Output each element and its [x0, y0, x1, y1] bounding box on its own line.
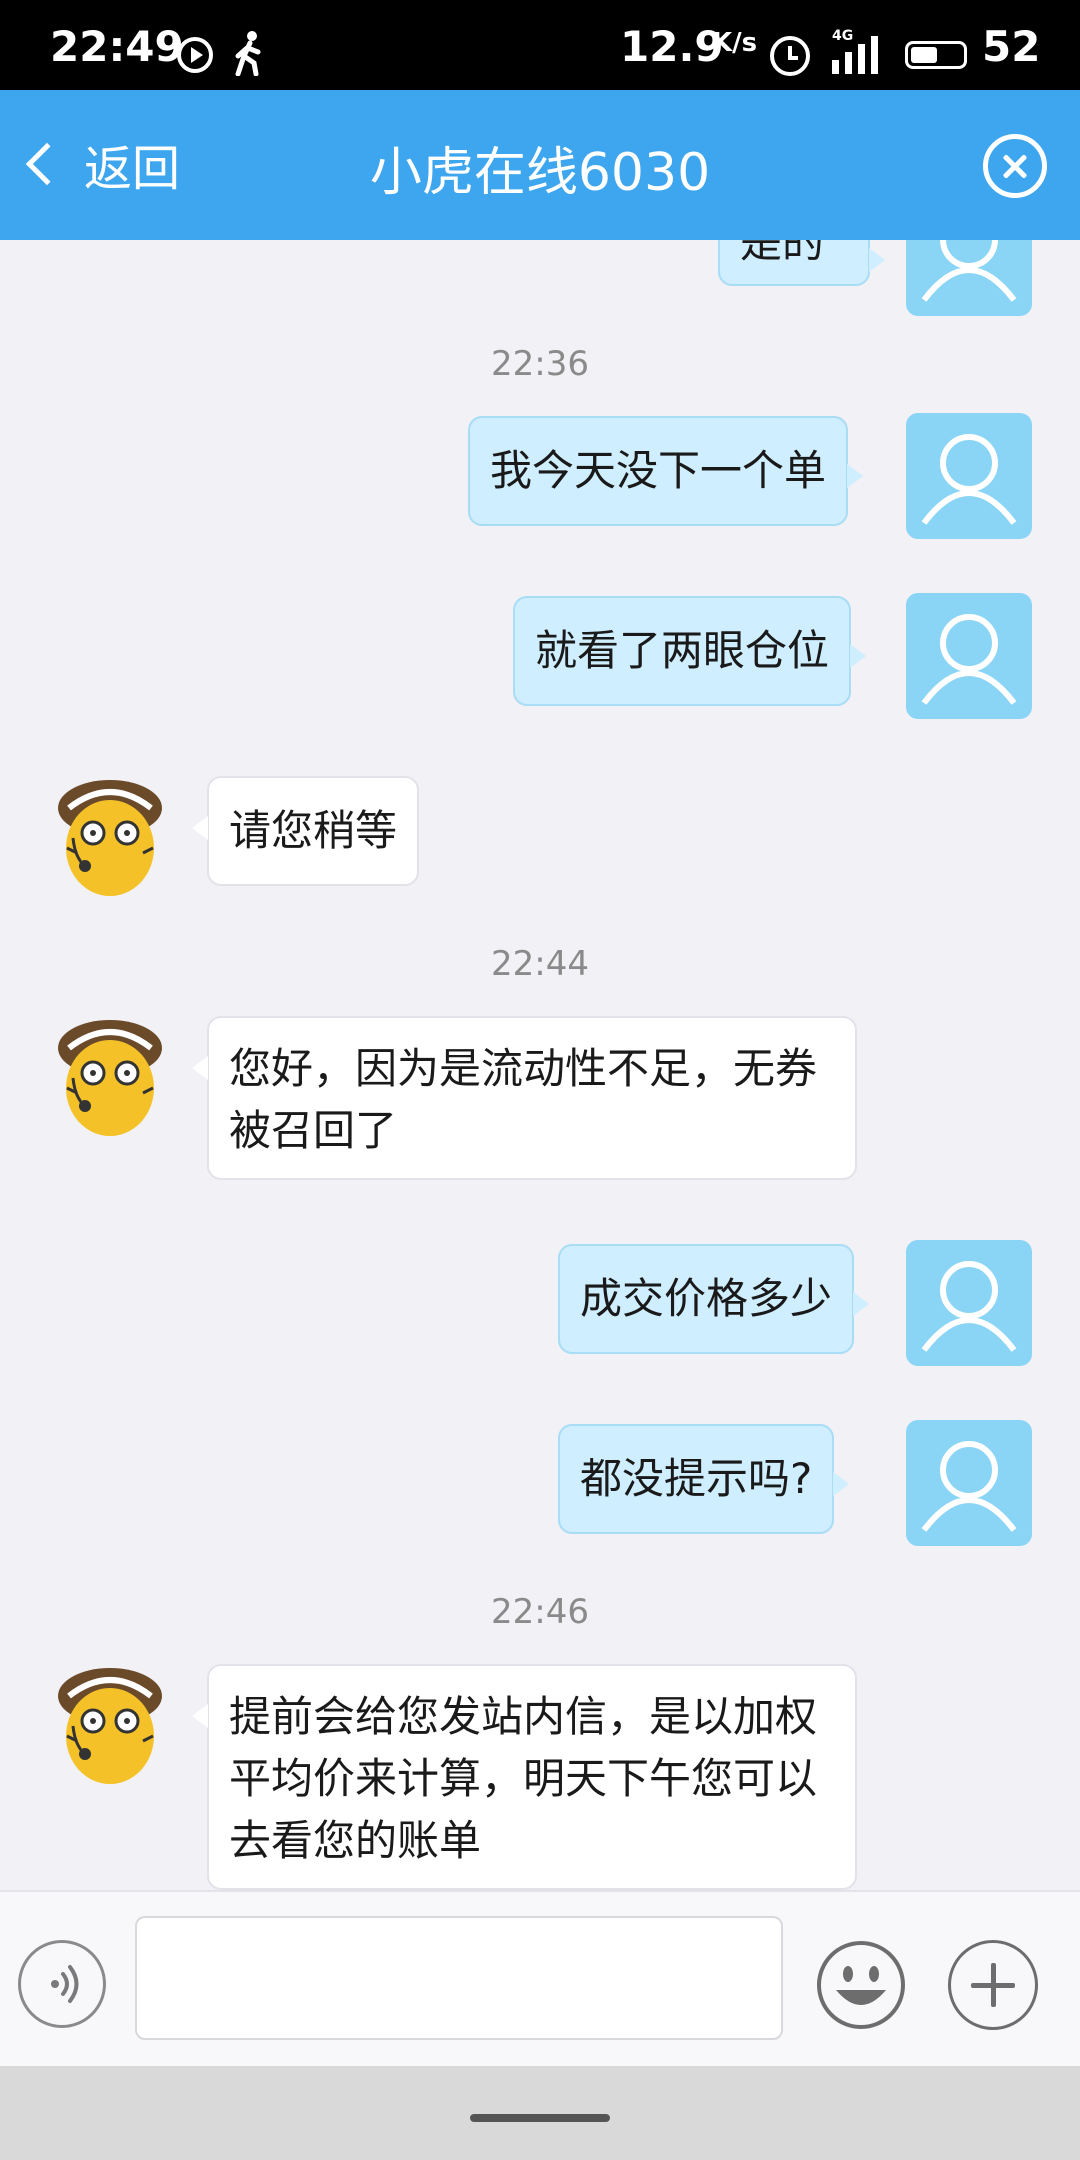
net-speed: 12.9	[620, 22, 724, 71]
battery-icon	[905, 41, 967, 69]
message-text: 是的	[740, 240, 825, 267]
voice-icon-glyph	[51, 1965, 79, 2003]
message-text: 成交价格多少	[580, 1274, 833, 1323]
message-bubble[interactable]: 成交价格多少	[558, 1244, 870, 1354]
emoji-icon[interactable]	[816, 1940, 906, 2030]
network-type: 4G	[832, 28, 854, 44]
agent-avatar[interactable]	[55, 778, 165, 898]
message-bubble[interactable]: 我今天没下一个单	[468, 416, 864, 526]
message-text: 就看了两眼仓位	[535, 626, 830, 675]
user-avatar[interactable]	[906, 413, 1032, 539]
play-icon	[177, 37, 213, 73]
message-bubble[interactable]: 您好，因为是流动性不足，无券被召回了	[192, 1016, 857, 1180]
status-time: 22:49	[50, 22, 184, 71]
input-bar	[0, 1890, 1080, 2066]
agent-avatar[interactable]	[55, 1666, 165, 1786]
signal-icon: 4G	[832, 28, 892, 74]
walk-icon	[235, 31, 261, 76]
message-bubble[interactable]: 都没提示吗?	[558, 1424, 850, 1534]
chat-area[interactable]: 是的 22:36 我今天没下一个单 就看了两眼仓位 请您稍等 22:44 您好，…	[0, 240, 1080, 1890]
page-title: 小虎在线6030	[369, 143, 711, 203]
plus-icon[interactable]	[948, 1940, 1038, 2030]
agent-avatar[interactable]	[55, 1018, 165, 1138]
voice-icon[interactable]	[18, 1940, 106, 2028]
message-bubble-partial: 是的	[718, 240, 885, 286]
battery-level: 52	[982, 22, 1041, 71]
user-avatar[interactable]	[906, 593, 1032, 719]
timestamp: 22:46	[491, 1592, 589, 1632]
message-text: 请您稍等	[229, 806, 398, 855]
message-bubble[interactable]: 提前会给您发站内信，是以加权平均价来计算，明天下午您可以去看您的账单	[192, 1664, 857, 1890]
timestamp: 22:36	[491, 344, 589, 384]
alarm-icon	[770, 36, 810, 76]
chat-header: 返回 小虎在线6030	[0, 90, 1080, 240]
message-text: 我今天没下一个单	[490, 446, 827, 495]
user-avatar[interactable]	[906, 1420, 1032, 1546]
close-icon[interactable]	[983, 134, 1047, 198]
navigation-bar	[0, 2066, 1080, 2160]
message-text: 都没提示吗?	[580, 1454, 813, 1503]
net-speed-unit: K/s	[712, 28, 758, 58]
status-bar: 22:49 12.9 K/s 4G 52	[0, 0, 1080, 90]
message-text: 您好，因为是流动性不足，无券被召回了	[229, 1044, 818, 1155]
battery-fill	[911, 47, 937, 63]
message-text: 提前会给您发站内信，是以加权平均价来计算，明天下午您可以去看您的账单	[229, 1692, 818, 1865]
message-input[interactable]	[135, 1916, 783, 2040]
user-avatar[interactable]	[906, 1240, 1032, 1366]
message-bubble[interactable]: 就看了两眼仓位	[513, 596, 867, 706]
timestamp: 22:44	[491, 944, 589, 984]
message-bubble[interactable]: 请您稍等	[191, 776, 420, 886]
home-indicator[interactable]	[470, 2114, 610, 2122]
user-avatar[interactable]	[906, 240, 1032, 316]
